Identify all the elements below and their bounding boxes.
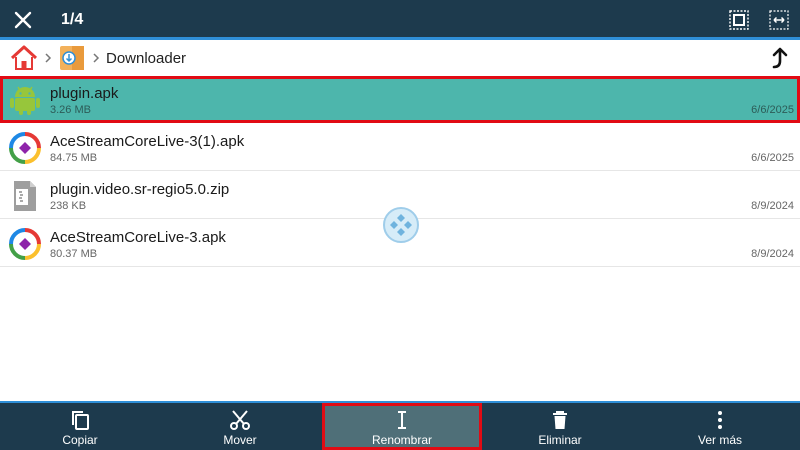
copy-label: Copiar bbox=[62, 433, 98, 447]
bottom-action-bar: Copiar Mover Renombrar Eliminar Ver más bbox=[0, 401, 800, 450]
more-label: Ver más bbox=[697, 433, 742, 447]
file-size: 238 KB bbox=[50, 200, 87, 212]
copy-button[interactable]: Copiar bbox=[0, 403, 160, 450]
file-date: 8/9/2024 bbox=[751, 248, 794, 260]
acestream-icon bbox=[9, 228, 41, 260]
file-row[interactable]: plugin.apk 3.26 MB 6/6/2025 bbox=[0, 76, 800, 123]
downloads-folder-icon[interactable] bbox=[58, 44, 86, 72]
move-label: Mover bbox=[223, 433, 257, 447]
level-up-icon[interactable] bbox=[770, 47, 790, 69]
select-range-icon[interactable] bbox=[769, 10, 789, 30]
file-name: plugin.video.sr-regio5.0.zip bbox=[50, 181, 230, 198]
top-bar: 1/4 bbox=[0, 0, 800, 40]
kodi-watermark-icon bbox=[383, 207, 419, 243]
more-vert-icon bbox=[718, 411, 722, 429]
android-icon bbox=[10, 86, 40, 115]
chevron-right-icon bbox=[45, 53, 52, 63]
file-size: 80.37 MB bbox=[50, 248, 98, 260]
file-size: 3.26 MB bbox=[50, 104, 91, 116]
scissors-icon bbox=[230, 410, 250, 430]
file-name: AceStreamCoreLive-3(1).apk bbox=[50, 133, 245, 150]
rename-button[interactable]: Renombrar bbox=[322, 403, 482, 450]
file-name: plugin.apk bbox=[50, 85, 119, 102]
text-cursor-icon bbox=[398, 411, 406, 429]
selection-counter: 1/4 bbox=[61, 11, 84, 28]
zip-file-icon bbox=[14, 181, 36, 211]
current-folder-label[interactable]: Downloader bbox=[106, 50, 186, 67]
copy-icon bbox=[72, 411, 89, 430]
file-date: 6/6/2025 bbox=[751, 104, 794, 116]
file-date: 8/9/2024 bbox=[751, 200, 794, 212]
home-icon[interactable] bbox=[10, 45, 38, 71]
file-date: 6/6/2025 bbox=[751, 152, 794, 164]
close-icon[interactable] bbox=[12, 9, 34, 31]
select-all-icon[interactable] bbox=[729, 10, 749, 30]
move-button[interactable]: Mover bbox=[160, 403, 320, 450]
file-size: 84.75 MB bbox=[50, 152, 98, 164]
delete-label: Eliminar bbox=[538, 433, 582, 447]
rename-label: Renombrar bbox=[371, 433, 433, 447]
delete-button[interactable]: Eliminar bbox=[480, 403, 640, 450]
trash-icon bbox=[553, 411, 567, 429]
acestream-icon bbox=[9, 132, 41, 164]
file-row[interactable]: AceStreamCoreLive-3(1).apk 84.75 MB 6/6/… bbox=[0, 124, 800, 171]
breadcrumb: Downloader bbox=[0, 40, 800, 76]
file-name: AceStreamCoreLive-3.apk bbox=[50, 229, 226, 246]
chevron-right-icon bbox=[93, 53, 100, 63]
more-button[interactable]: Ver más bbox=[640, 403, 800, 450]
